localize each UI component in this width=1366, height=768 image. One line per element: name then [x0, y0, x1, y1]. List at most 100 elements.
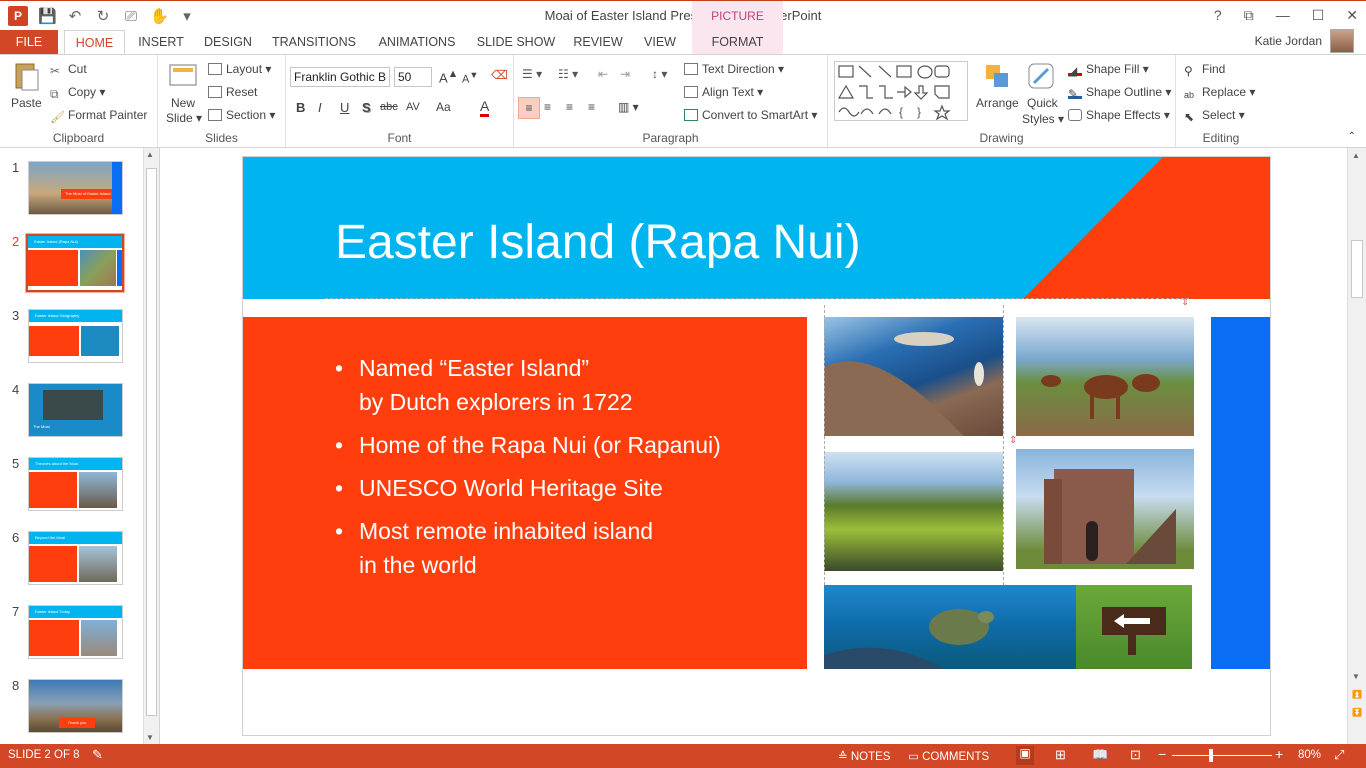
photo-crater[interactable]	[824, 452, 1003, 571]
scroll-up-icon[interactable]: ▲	[146, 150, 154, 159]
shapes-gallery[interactable]: {}	[834, 61, 968, 121]
thumbnail-scroll-thumb[interactable]	[146, 168, 157, 716]
next-slide-icon[interactable]: ⏬	[1352, 708, 1362, 717]
character-spacing-button[interactable]: AV	[406, 101, 420, 113]
align-left-icon[interactable]: ≡	[518, 97, 540, 119]
cut-button[interactable]: ✂ Cut	[50, 62, 87, 78]
strikethrough-button[interactable]: abc	[380, 101, 398, 113]
maximize-icon[interactable]: ☐	[1312, 7, 1325, 24]
thumbnail-slide-3[interactable]: Easter Island Geography	[28, 309, 123, 363]
section-button[interactable]: Section ▾	[208, 108, 275, 122]
layout-button[interactable]: Layout ▾	[208, 62, 271, 76]
thumbnail-slide-2[interactable]: Easter Island (Rapa Nui)	[25, 233, 125, 293]
arrange-icon[interactable]	[982, 61, 1012, 94]
zoom-slider[interactable]	[1172, 755, 1272, 756]
new-slide-button[interactable]: Slide ▾	[166, 111, 202, 125]
font-name-combo[interactable]: Franklin Gothic B	[290, 67, 390, 87]
underline-button[interactable]: U	[340, 100, 349, 115]
close-icon[interactable]: ✕	[1346, 7, 1358, 24]
thumbnail-slide-7[interactable]: Easter Island Today	[28, 605, 123, 659]
tab-slide-show[interactable]: SLIDE SHOW	[476, 30, 556, 54]
font-size-combo[interactable]: 50	[394, 67, 432, 87]
italic-button[interactable]: I	[318, 100, 322, 115]
find-button[interactable]: ⚲ Find	[1184, 62, 1225, 78]
tab-design[interactable]: DESIGN	[204, 30, 252, 54]
zoom-out-icon[interactable]: −	[1158, 746, 1166, 762]
minimize-icon[interactable]: —	[1276, 7, 1290, 24]
slide-show-icon[interactable]: ⊡	[1130, 747, 1141, 763]
shape-fill-button[interactable]: ◢ Shape Fill ▾	[1068, 62, 1149, 78]
shadow-button[interactable]: S	[362, 100, 371, 115]
select-button[interactable]: ⬉ Select ▾	[1184, 108, 1245, 124]
paste-button[interactable]: Paste	[11, 96, 42, 110]
photo-coast[interactable]	[824, 317, 1003, 436]
shape-effects-button[interactable]: Shape Effects ▾	[1068, 108, 1170, 122]
columns-icon[interactable]: ▥ ▾	[618, 100, 639, 114]
thumbnail-slide-5[interactable]: Theories about the Moai	[28, 457, 123, 511]
convert-smartart-button[interactable]: Convert to SmartArt ▾	[684, 108, 817, 122]
decrease-indent-icon[interactable]: ⇤	[598, 67, 608, 81]
grow-font-icon[interactable]: A▲	[439, 68, 458, 85]
ribbon-display-options-icon[interactable]: ⧉	[1244, 7, 1254, 24]
previous-slide-icon[interactable]: ⏫	[1352, 690, 1362, 699]
comments-button[interactable]: ▭ COMMENTS	[908, 749, 989, 763]
bullet-list[interactable]: Named “Easter Island” by Dutch explorers …	[335, 351, 721, 591]
increase-indent-icon[interactable]: ⇥	[620, 67, 630, 81]
replace-button[interactable]: ab Replace ▾	[1184, 85, 1255, 102]
copy-button[interactable]: ⧉ Copy ▾	[50, 85, 105, 101]
editor-scroll-thumb[interactable]	[1351, 240, 1363, 298]
notes-button[interactable]: ≙ NOTES	[838, 749, 890, 763]
tab-view[interactable]: VIEW	[640, 30, 680, 54]
resize-handle-icon[interactable]: ⇕	[1181, 297, 1189, 308]
font-color-button[interactable]: A	[480, 98, 490, 117]
tab-insert[interactable]: INSERT	[138, 30, 184, 54]
thumbnail-slide-6[interactable]: Beyond the Moai	[28, 531, 123, 585]
reading-view-icon[interactable]: 📖	[1092, 747, 1108, 763]
new-slide-icon[interactable]	[168, 61, 198, 94]
tab-transitions[interactable]: TRANSITIONS	[271, 30, 357, 54]
paste-icon[interactable]	[10, 61, 42, 91]
scroll-down-icon[interactable]: ▼	[146, 733, 154, 742]
user-name[interactable]: Katie Jordan	[1255, 34, 1322, 48]
align-right-icon[interactable]: ≡	[566, 100, 573, 114]
clear-formatting-icon[interactable]: ⌫	[491, 68, 508, 82]
zoom-level[interactable]: 80%	[1298, 749, 1321, 761]
bold-button[interactable]: B	[296, 100, 305, 115]
bullets-icon[interactable]: ☰ ▾	[522, 67, 542, 81]
tab-animations[interactable]: ANIMATIONS	[374, 30, 460, 54]
shrink-font-icon[interactable]: A▼	[462, 70, 478, 86]
photo-stone-building[interactable]	[1016, 449, 1194, 569]
change-case-button[interactable]: Aa	[436, 100, 451, 114]
tab-format[interactable]: FORMAT	[692, 30, 783, 54]
spelling-check-icon[interactable]: ✎	[92, 747, 103, 763]
collapse-ribbon-icon[interactable]: ⌃	[1348, 131, 1356, 142]
zoom-in-icon[interactable]: +	[1275, 746, 1283, 762]
shape-outline-button[interactable]: ✎ Shape Outline ▾	[1068, 85, 1171, 101]
format-painter-button[interactable]: 🖌 Format Painter	[50, 108, 147, 124]
fit-to-window-icon[interactable]: ⤢	[1334, 747, 1344, 763]
text-direction-button[interactable]: Text Direction ▾	[684, 62, 784, 76]
reset-button[interactable]: Reset	[208, 85, 257, 99]
quick-styles-button[interactable]: Styles ▾	[1022, 112, 1064, 126]
editor-scrollbar[interactable]: ▲ ▼ ⏫ ⏬	[1347, 148, 1366, 744]
line-spacing-icon[interactable]: ↕ ▾	[652, 67, 667, 81]
tab-file[interactable]: FILE	[0, 30, 58, 54]
scroll-up-icon[interactable]: ▲	[1352, 151, 1360, 160]
slide-sorter-icon[interactable]: ⊞	[1055, 747, 1066, 763]
new-slide-label-1[interactable]: New	[171, 96, 195, 110]
resize-handle-icon[interactable]: ⇕	[1009, 435, 1017, 446]
align-text-button[interactable]: Align Text ▾	[684, 85, 763, 99]
scroll-down-icon[interactable]: ▼	[1352, 672, 1360, 681]
quick-styles-label-1[interactable]: Quick	[1027, 96, 1058, 110]
help-button[interactable]: ?	[1214, 7, 1222, 24]
normal-view-icon[interactable]: ▣	[1016, 746, 1034, 765]
numbering-icon[interactable]: ☷ ▾	[558, 67, 578, 81]
photo-turtle[interactable]	[824, 585, 1076, 669]
thumbnail-slide-4[interactable]: The Moai	[28, 383, 123, 437]
justify-icon[interactable]: ≡	[588, 100, 595, 114]
arrange-button[interactable]: Arrange	[976, 96, 1019, 110]
thumbnail-slide-8[interactable]: Thank you	[28, 679, 123, 733]
photo-horses[interactable]	[1016, 317, 1194, 436]
thumbnail-scrollbar[interactable]: ▲ ▼	[143, 148, 159, 744]
zoom-slider-thumb[interactable]	[1209, 749, 1213, 762]
